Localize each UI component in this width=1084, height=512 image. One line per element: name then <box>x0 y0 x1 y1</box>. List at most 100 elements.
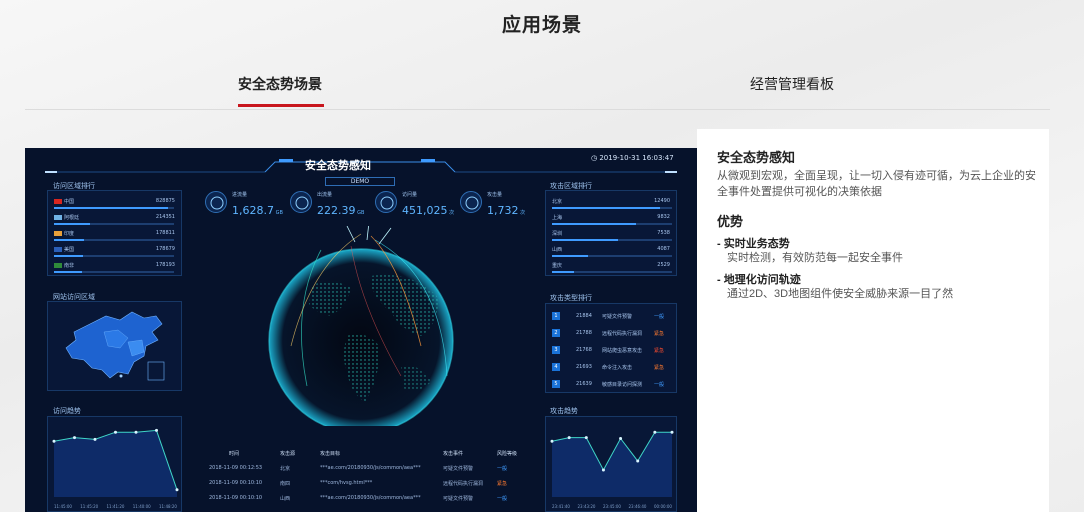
visit-trend-area <box>54 430 177 497</box>
attack-trend-point <box>567 436 571 440</box>
attack-type-rank-badge: 4 <box>552 363 560 371</box>
attack-trend-point <box>550 439 554 443</box>
table-cell: 2018-11-09 00:10:10 <box>209 480 263 486</box>
tab-security-scene[interactable]: 安全态势场景 <box>238 74 322 94</box>
visit-rank-row-value: 178679 <box>155 246 175 252</box>
attack-trend-point <box>584 436 588 440</box>
attack-rank-row-name: 山西 <box>552 247 563 253</box>
advantages-title: 优势 <box>717 214 744 229</box>
visit-trend-point <box>155 428 158 432</box>
visit-trend-point <box>114 430 117 434</box>
visit-rank-row-flag-icon <box>54 199 62 204</box>
table-cell: 紧急 <box>497 481 508 487</box>
attack-rank-row-name: 深圳 <box>552 231 563 237</box>
kpi-number: 1,732 <box>487 204 519 217</box>
attack-rank-row-bar-fill <box>552 255 588 257</box>
advantage-2-desc: 通过2D、3D地图组件使安全威胁来源一目了然 <box>727 288 954 300</box>
kpi-label: 攻击量 <box>487 192 503 198</box>
kpi-unit: GB <box>355 210 365 216</box>
attack-trend-point <box>653 430 657 434</box>
attack-type-count: 21788 <box>576 330 592 336</box>
attack-type-name: 可疑文件预警 <box>602 314 633 320</box>
table-cell: 2018-11-09 00:10:10 <box>209 495 263 501</box>
attack-rank-row-bar-fill <box>552 207 660 209</box>
visit-trend-point <box>52 439 56 443</box>
visit-trend-tick-label: 11:45:20 <box>80 504 98 509</box>
kpi-unit: 次 <box>447 210 455 216</box>
attack-type-rank-title: 攻击类型排行 <box>550 294 592 302</box>
attack-trend-tick-label: 23:46:40 <box>629 504 647 509</box>
dashboard-datetime: ◷ 2019-10-31 16:03:47 <box>591 154 674 162</box>
advantage-1-title: - 实时业务态势 <box>717 238 790 250</box>
visit-trend-chart: 11:45:00 11:45:20 11:41:20 11:40:00 11:48:20 <box>52 428 179 509</box>
attack-trend-tick-label: 23:45:00 <box>603 504 621 509</box>
attack-type-rank-badge: 5 <box>552 380 560 388</box>
attack-type-name: 远程代码执行漏洞 <box>602 331 643 337</box>
attack-region-rank-panel: 北京 12490 上海 9832 深圳 7538 山西 4087 重庆 2529 <box>545 190 677 276</box>
attack-trend-tick-label: 23:41:40 <box>552 504 570 509</box>
visit-rank-row-flag-icon <box>54 247 62 252</box>
table-header-cell: 攻击事件 <box>443 451 464 457</box>
attack-trend-title: 攻击趋势 <box>550 407 578 415</box>
table-cell: 一般 <box>497 496 508 502</box>
visit-trend-tick-label: 11:41:20 <box>107 504 125 509</box>
attack-rank-row-name: 重庆 <box>552 263 563 269</box>
visit-trend-tick-label: 11:48:20 <box>159 504 177 509</box>
attack-rank-row-value: 12490 <box>654 198 670 204</box>
attack-trend-point <box>619 437 623 440</box>
visit-rank-row-flag-icon <box>54 231 62 236</box>
attack-type-rank-panel: 1 21884 可疑文件预警 一般 2 21788 远程代码执行漏洞 紧急 3 21768 网站爬虫… <box>545 303 677 393</box>
active-tab-indicator <box>238 104 324 107</box>
advantage-2-title: - 地理化访问轨迹 <box>717 274 801 286</box>
attack-trend-point <box>636 459 640 463</box>
visit-rank-row-value: 178193 <box>155 262 175 268</box>
attack-type-level: 紧急 <box>654 365 665 371</box>
card-title: 安全态势感知 <box>717 150 796 165</box>
visit-rank-row-bar-fill <box>54 223 90 225</box>
visit-rank-row-value: 178811 <box>155 230 175 236</box>
kpi-value: 1,732 次 <box>487 199 525 218</box>
tab-divider <box>25 109 1050 110</box>
attack-type-name: 命令注入攻击 <box>602 365 633 371</box>
attack-type-level: 紧急 <box>654 331 665 337</box>
globe-visual <box>268 226 454 426</box>
visit-trend-point <box>175 488 179 492</box>
visit-rank-row-flag-icon <box>54 263 62 268</box>
kpi-label: 进流量 <box>232 192 248 198</box>
kpi-value: 222.39 GB <box>317 199 364 218</box>
attack-rank-row-value: 2529 <box>657 262 670 268</box>
visit-trend-tick-label: 11:40:00 <box>133 504 151 509</box>
china-map-icon <box>65 311 165 381</box>
attack-type-rank-badge: 2 <box>552 329 560 337</box>
attack-rank-row-name: 上海 <box>552 215 563 221</box>
table-cell: 南四 <box>280 481 291 487</box>
attack-trend-point <box>670 430 674 434</box>
attack-rank-row-bar-fill <box>552 239 618 241</box>
visit-trend-panel: 11:45:00 11:45:20 11:41:20 11:40:00 11:48:20 <box>47 416 182 512</box>
attack-type-rank-badge: 3 <box>552 346 560 354</box>
visit-rank-row-flag-icon <box>54 215 62 220</box>
visit-rank-row-name: 阿根廷 <box>64 215 80 221</box>
attack-type-level: 一般 <box>654 382 665 388</box>
attack-rank-row-value: 4087 <box>657 246 670 252</box>
attack-type-count: 21693 <box>576 364 592 370</box>
visit-rank-row-name: 印度 <box>64 231 75 237</box>
lightning-icon <box>460 191 482 213</box>
attack-type-name: 敏感目录访问探测 <box>602 382 643 388</box>
visit-region-rank-panel: 中国 828875 阿根廷 214351 印度 178811 美国 178679 南非 17819… <box>47 190 182 276</box>
attack-trend-area <box>552 432 672 497</box>
attack-type-count: 21768 <box>576 347 592 353</box>
visit-trend-title: 访问趋势 <box>53 407 81 415</box>
table-cell: 可疑文件预警 <box>443 466 474 472</box>
kpi-number: 222.39 <box>317 204 356 217</box>
tab-business-dashboard[interactable]: 经营管理看板 <box>750 74 834 94</box>
kpi-unit: GB <box>274 210 283 216</box>
table-cell: 北京 <box>280 466 291 472</box>
attack-type-level: 一般 <box>654 314 665 320</box>
attack-trend-tick-label: 00:00:00 <box>654 504 672 509</box>
visit-rank-row-bar-fill <box>54 207 168 209</box>
attack-type-rank-badge: 1 <box>552 312 560 320</box>
attack-rank-row-value: 7538 <box>657 230 670 236</box>
visit-rank-row-name: 美国 <box>64 247 75 253</box>
visit-rank-row-value: 828875 <box>155 198 175 204</box>
